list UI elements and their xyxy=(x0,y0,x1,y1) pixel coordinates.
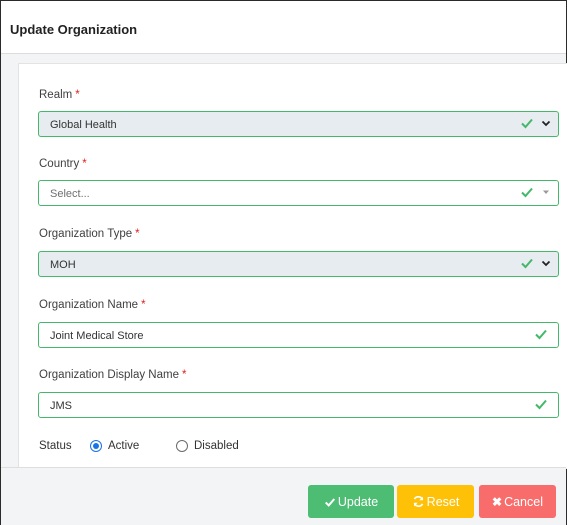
realm-label-text: Realm xyxy=(39,89,73,101)
cancel-button[interactable]: ✖ Cancel xyxy=(479,485,556,518)
org-name-label: Organization Name * xyxy=(39,299,146,311)
reset-button[interactable]: Reset xyxy=(397,485,474,518)
check-icon xyxy=(535,399,547,410)
check-icon xyxy=(521,258,533,269)
realm-select[interactable]: Global Health xyxy=(38,111,559,137)
required-marker: * xyxy=(135,228,140,240)
required-marker: * xyxy=(181,369,187,381)
status-disabled-label[interactable]: Disabled xyxy=(194,440,239,452)
modal-body: Realm * Global Health Country * Select... … xyxy=(1,54,567,469)
org-name-input[interactable]: Joint Medical Store xyxy=(38,322,559,348)
org-type-value: MOH xyxy=(50,259,76,271)
country-label-text: Country xyxy=(39,158,80,170)
realm-value: Global Health xyxy=(50,119,117,131)
org-name-value: Joint Medical Store xyxy=(50,330,144,342)
org-type-label-text: Organization Type xyxy=(39,228,133,240)
org-type-label: Organization Type * xyxy=(39,228,140,240)
org-display-name-value: JMS xyxy=(50,400,72,412)
modal-footer: Update Reset ✖ Cancel xyxy=(1,467,566,525)
chevron-down-icon[interactable] xyxy=(540,117,552,129)
update-button[interactable]: Update xyxy=(308,485,394,518)
status-active-label[interactable]: Active xyxy=(108,440,139,452)
modal-header: Update Organization xyxy=(1,1,566,54)
realm-label: Realm * xyxy=(39,89,80,101)
required-marker: * xyxy=(141,299,146,311)
org-name-label-text: Organization Name xyxy=(39,299,139,311)
country-select[interactable]: Select... xyxy=(38,180,559,206)
check-icon xyxy=(535,329,547,340)
required-marker: * xyxy=(75,89,80,101)
org-display-name-label-text: Organization Display Name xyxy=(39,369,179,381)
country-placeholder: Select... xyxy=(50,188,90,200)
cancel-button-label: Cancel xyxy=(504,494,543,509)
org-type-select[interactable]: MOH xyxy=(38,251,559,277)
check-icon xyxy=(521,187,533,198)
country-label: Country * xyxy=(39,158,87,170)
check-icon xyxy=(324,497,335,507)
close-icon: ✖ xyxy=(492,494,503,509)
modal-title: Update Organization xyxy=(10,22,138,37)
update-button-label: Update xyxy=(337,494,379,509)
caret-down-icon[interactable] xyxy=(540,186,552,198)
status-disabled-radio[interactable] xyxy=(176,440,188,452)
check-icon xyxy=(521,118,533,129)
required-marker: * xyxy=(82,158,87,170)
refresh-icon xyxy=(413,496,424,507)
update-organization-modal: Update Organization Realm * Global Health… xyxy=(0,0,567,525)
status-active-radio[interactable] xyxy=(90,440,102,452)
org-display-name-label: Organization Display Name * xyxy=(39,369,186,381)
chevron-down-icon[interactable] xyxy=(540,257,552,269)
status-label: Status xyxy=(39,440,72,452)
reset-button-label: Reset xyxy=(426,494,460,509)
form-card: Realm * Global Health Country * Select... … xyxy=(18,63,567,469)
org-display-name-input[interactable]: JMS xyxy=(38,392,559,418)
